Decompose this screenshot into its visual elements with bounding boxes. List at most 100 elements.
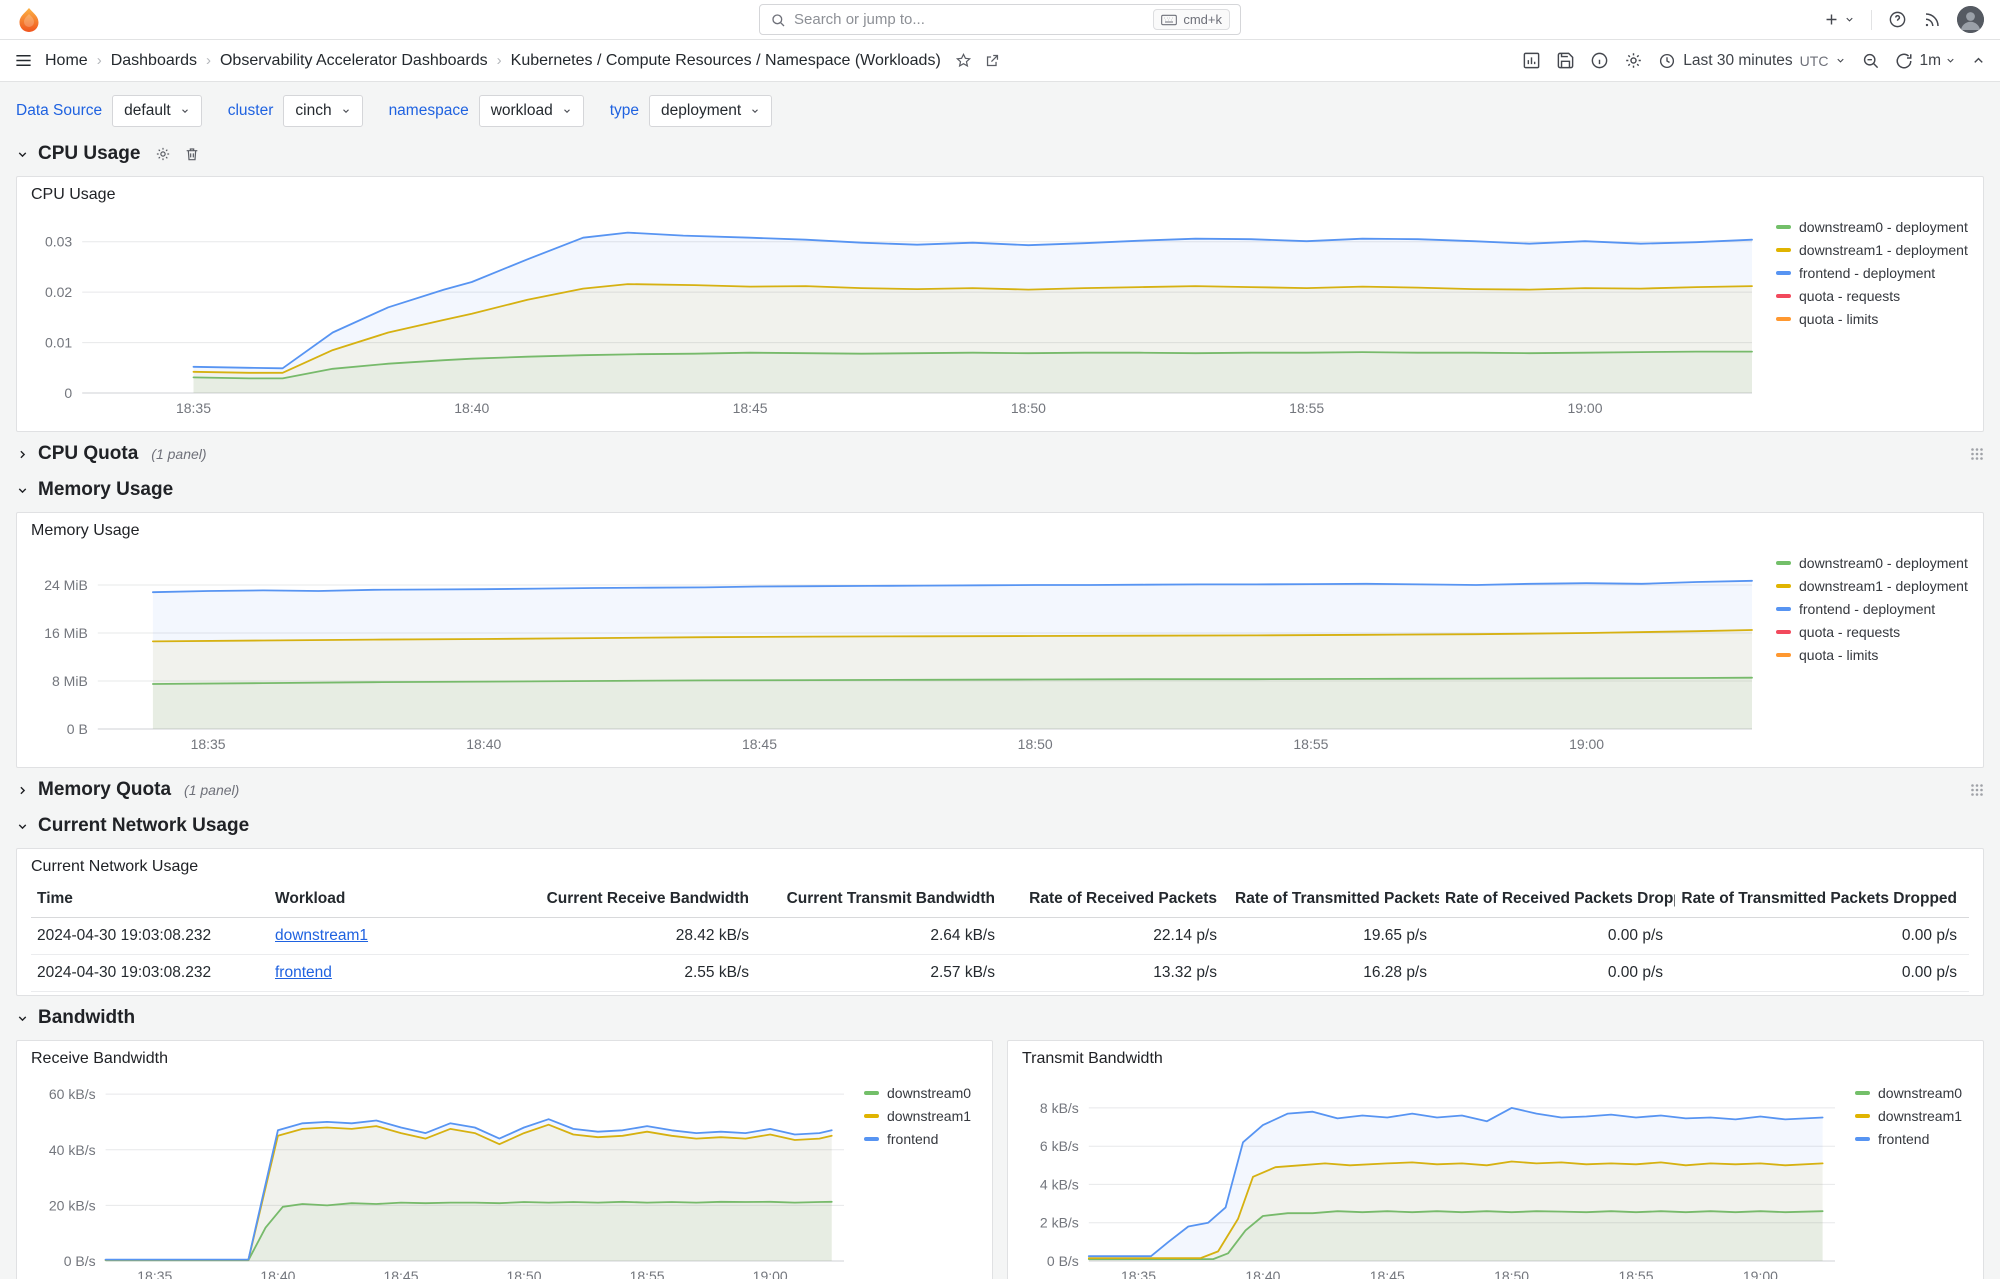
top-bar: cmd+k xyxy=(0,0,2000,40)
legend-item[interactable]: quota - limits xyxy=(1776,311,1969,327)
new-button[interactable] xyxy=(1823,11,1855,28)
share-dashboard-button[interactable] xyxy=(984,52,1001,69)
grafana-logo[interactable] xyxy=(16,7,42,33)
column-header[interactable]: Current Receive Bandwidth xyxy=(515,881,761,918)
legend-item[interactable]: frontend - deployment xyxy=(1776,265,1969,281)
row-toggle-memory-quota[interactable]: Memory Quota (1 panel) xyxy=(16,779,239,801)
panel-title[interactable]: CPU Usage xyxy=(31,186,1969,204)
legend-item[interactable]: downstream1 - deployment xyxy=(1776,578,1969,594)
breadcrumb-home[interactable]: Home xyxy=(45,52,88,70)
row-delete-button[interactable] xyxy=(184,146,200,162)
variable-datasource-dropdown[interactable]: default xyxy=(112,95,202,127)
zoom-out-button[interactable] xyxy=(1861,51,1880,70)
refresh-interval-label: 1m xyxy=(1919,51,1941,69)
search-input[interactable] xyxy=(794,11,1146,28)
shortcut-label: cmd+k xyxy=(1183,12,1222,27)
search-box[interactable]: cmd+k xyxy=(759,4,1241,35)
search-icon xyxy=(770,12,786,28)
transmit-bandwidth-chart[interactable]: 0 B/s 2 kB/s 4 kB/s 6 kB/s 8 kB/s 18:35 18:40 1… xyxy=(1022,1073,1847,1279)
legend-swatch xyxy=(864,1137,879,1141)
clock-icon xyxy=(1658,52,1676,70)
row-options-button[interactable] xyxy=(155,146,171,162)
menu-toggle[interactable] xyxy=(14,51,33,70)
legend-item[interactable]: downstream1 xyxy=(1855,1108,1969,1124)
help-button[interactable] xyxy=(1888,10,1907,29)
column-header[interactable]: Rate of Received Packets Dropped xyxy=(1439,881,1675,918)
cpu-usage-chart[interactable]: 0 0.01 0.02 0.03 18:35 18:40 18:45 18:50 18:55 19… xyxy=(31,209,1764,419)
legend-swatch xyxy=(1776,317,1791,321)
table-cell: 28.42 kB/s xyxy=(515,917,761,955)
legend-item[interactable]: quota - limits xyxy=(1776,647,1969,663)
row-toggle-cpu-quota[interactable]: CPU Quota (1 panel) xyxy=(16,443,207,465)
variable-namespace: namespace workload xyxy=(389,95,584,127)
variable-value: cinch xyxy=(295,102,332,119)
refresh-interval-dropdown[interactable]: 1m xyxy=(1919,52,1956,70)
breadcrumb-dashboards[interactable]: Dashboards xyxy=(111,52,197,70)
variable-value: workload xyxy=(490,102,553,119)
legend-item[interactable]: downstream0 xyxy=(1855,1085,1969,1101)
dashboard-insights-button[interactable] xyxy=(1590,51,1609,70)
panel-title[interactable]: Current Network Usage xyxy=(31,858,1969,876)
star-dashboard-button[interactable] xyxy=(955,52,972,69)
legend-item[interactable]: quota - requests xyxy=(1776,288,1969,304)
table-cell: 0.00 p/s xyxy=(1675,917,1969,955)
legend-item[interactable]: downstream0 - deployment xyxy=(1776,219,1969,235)
variable-cluster-dropdown[interactable]: cinch xyxy=(283,95,363,127)
column-header[interactable]: Current Transmit Bandwidth xyxy=(761,881,1007,918)
panel-title[interactable]: Receive Bandwidth xyxy=(31,1050,978,1068)
memory-usage-chart[interactable]: 0 B 8 MiB 16 MiB 24 MiB 18:35 18:40 18:45 18:50… xyxy=(31,545,1764,755)
variable-type-dropdown[interactable]: deployment xyxy=(649,95,773,127)
news-button[interactable] xyxy=(1923,11,1941,29)
panel-title[interactable]: Transmit Bandwidth xyxy=(1022,1050,1969,1068)
variable-label: namespace xyxy=(388,102,469,119)
save-dashboard-button[interactable] xyxy=(1556,51,1575,70)
column-header[interactable]: Rate of Transmitted Packets xyxy=(1229,881,1439,918)
legend-item[interactable]: downstream1 - deployment xyxy=(1776,242,1969,258)
transmit-bandwidth-legend: downstream0 downstream1 frontend xyxy=(1847,1073,1969,1147)
keyboard-shortcut-badge: cmd+k xyxy=(1153,9,1230,30)
row-title: Current Network Usage xyxy=(38,815,250,836)
receive-bandwidth-chart[interactable]: 0 B/s 20 kB/s 40 kB/s 60 kB/s 18:35 18:40 18:4… xyxy=(31,1073,856,1279)
svg-text:0 B: 0 B xyxy=(67,721,88,737)
column-header[interactable]: Workload xyxy=(269,881,515,918)
legend-item[interactable]: quota - requests xyxy=(1776,624,1969,640)
column-header[interactable]: Time xyxy=(31,881,269,918)
collapse-toolbar-button[interactable] xyxy=(1971,53,1986,68)
legend-item[interactable]: frontend xyxy=(864,1131,978,1147)
dashboard-settings-button[interactable] xyxy=(1624,51,1643,70)
drag-handle-icon[interactable] xyxy=(1970,783,1984,797)
workload-link[interactable]: downstream1 xyxy=(275,927,368,944)
legend-item[interactable]: downstream1 xyxy=(864,1108,978,1124)
chevron-right-icon xyxy=(16,784,29,797)
row-toggle-bandwidth[interactable]: Bandwidth xyxy=(16,1007,135,1029)
refresh-button[interactable] xyxy=(1895,52,1913,70)
breadcrumb-separator: › xyxy=(205,52,211,69)
breadcrumb-folder[interactable]: Observability Accelerator Dashboards xyxy=(220,52,488,70)
legend-swatch xyxy=(1776,607,1791,611)
variables-row: Data Source default cluster cinch namesp… xyxy=(16,94,1984,128)
column-header[interactable]: Rate of Transmitted Packets Dropped xyxy=(1675,881,1969,918)
legend-item[interactable]: downstream0 xyxy=(864,1085,978,1101)
legend-item[interactable]: downstream0 - deployment xyxy=(1776,555,1969,571)
variable-namespace-dropdown[interactable]: workload xyxy=(478,95,584,127)
row-panel-count: (1 panel) xyxy=(151,446,207,462)
svg-text:18:40: 18:40 xyxy=(466,736,501,752)
legend-item[interactable]: frontend xyxy=(1855,1131,1969,1147)
row-toggle-cpu-usage[interactable]: CPU Usage xyxy=(16,143,140,165)
legend-item[interactable]: frontend - deployment xyxy=(1776,601,1969,617)
row-toggle-memory-usage[interactable]: Memory Usage xyxy=(16,479,173,501)
legend-swatch xyxy=(864,1091,879,1095)
variable-value: deployment xyxy=(661,102,742,119)
time-range-picker[interactable]: Last 30 minutes UTC xyxy=(1658,52,1846,70)
drag-handle-icon[interactable] xyxy=(1970,447,1984,461)
star-icon xyxy=(955,52,972,69)
trash-icon xyxy=(184,146,200,162)
chevron-down-icon xyxy=(1945,55,1956,66)
panel-body: 0 B/s 20 kB/s 40 kB/s 60 kB/s 18:35 18:40 18:4… xyxy=(31,1073,978,1279)
workload-link[interactable]: frontend xyxy=(275,964,332,981)
row-toggle-network[interactable]: Current Network Usage xyxy=(16,815,249,837)
add-panel-button[interactable] xyxy=(1522,51,1541,70)
user-avatar[interactable] xyxy=(1957,6,1984,33)
column-header[interactable]: Rate of Received Packets xyxy=(1007,881,1229,918)
panel-title[interactable]: Memory Usage xyxy=(31,522,1969,540)
